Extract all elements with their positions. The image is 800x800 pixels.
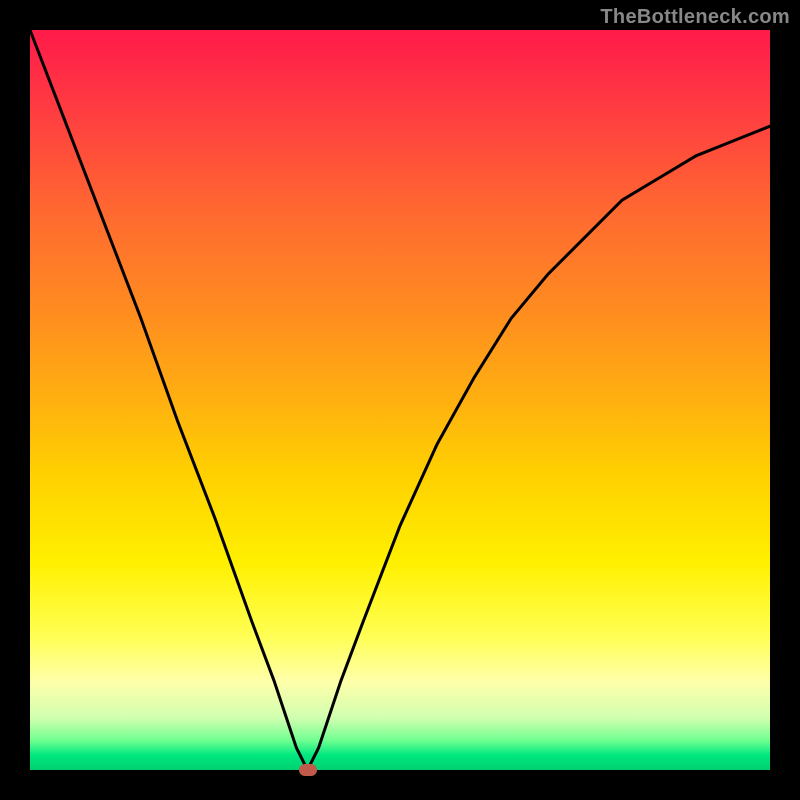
curve-layer (30, 30, 770, 770)
bottleneck-curve (30, 30, 770, 770)
chart-container: TheBottleneck.com (0, 0, 800, 800)
plot-area (30, 30, 770, 770)
optimum-marker (299, 764, 317, 776)
watermark-label: TheBottleneck.com (600, 6, 790, 29)
